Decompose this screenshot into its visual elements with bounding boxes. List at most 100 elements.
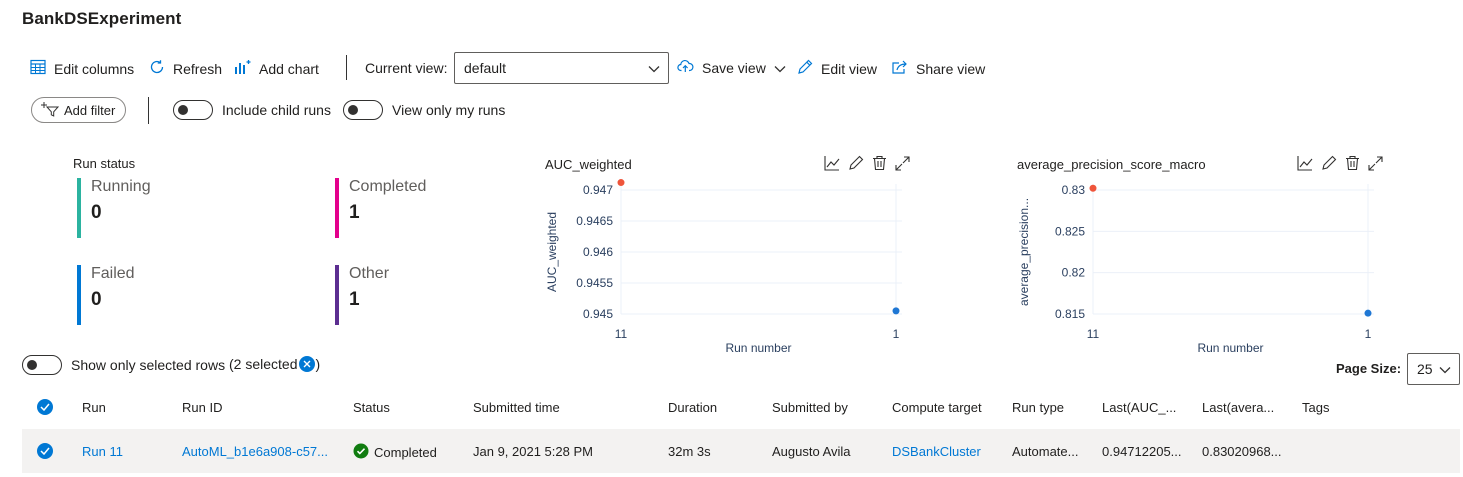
chart-toolbar — [824, 155, 910, 174]
status-label: Completed — [349, 178, 427, 195]
save-view-button[interactable]: Save view — [677, 59, 786, 76]
pencil-icon[interactable] — [848, 155, 864, 174]
toolbar-divider — [346, 55, 347, 80]
status-count: 0 — [91, 202, 102, 223]
status-count: 1 — [349, 289, 360, 310]
current-view-dropdown[interactable]: default — [454, 52, 669, 84]
trash-icon[interactable] — [872, 155, 887, 174]
column-header-submitted-time[interactable]: Submitted time — [473, 400, 560, 415]
toggle-switch[interactable] — [22, 355, 62, 375]
page-size-dropdown[interactable]: 25 — [1407, 353, 1460, 385]
x-tick-label: 11 — [615, 327, 628, 341]
status-count: 0 — [91, 289, 102, 310]
column-header-compute-target[interactable]: Compute target — [892, 400, 982, 415]
avg-precision-chart: 0.8150.820.8250.8311 1Run numberaverage_p… — [1017, 183, 1374, 355]
selected-count-label: (2 selected — [229, 356, 298, 372]
chart-title-avg-precision: average_precision_score_macro — [1017, 157, 1206, 172]
auc-weighted-chart: 0.9450.94550.9460.94650.94711 1Run number… — [545, 179, 902, 355]
view-only-my-runs-toggle[interactable]: View only my runs — [343, 100, 505, 120]
bar-chart-icon — [234, 59, 251, 78]
y-tick-label: 0.946 — [583, 245, 613, 259]
submitted-time-cell: Jan 9, 2021 5:28 PM — [473, 444, 593, 459]
pencil-icon[interactable] — [1321, 155, 1337, 174]
column-header-run-type[interactable]: Run type — [1012, 400, 1064, 415]
chevron-down-icon — [774, 60, 786, 76]
column-header-last-auc[interactable]: Last(AUC_... — [1102, 400, 1176, 415]
refresh-icon — [149, 59, 165, 78]
select-all-checkbox[interactable] — [37, 399, 53, 415]
row-checkbox[interactable] — [37, 443, 53, 459]
edit-view-label: Edit view — [821, 60, 878, 77]
column-header-tags[interactable]: Tags — [1302, 400, 1329, 415]
chart-title-auc: AUC_weighted — [545, 157, 632, 172]
run-link[interactable]: Run 11 — [82, 444, 123, 459]
page-size-value: 25 — [1417, 361, 1433, 377]
data-point — [617, 179, 625, 187]
include-child-runs-label: Include child runs — [222, 102, 331, 118]
share-view-label: Share view — [916, 60, 986, 77]
current-view-label: Current view: — [365, 60, 448, 76]
add-chart-button[interactable]: Add chart — [234, 59, 319, 78]
current-view-value: default — [464, 60, 507, 76]
column-header-run-id[interactable]: Run ID — [182, 400, 222, 415]
column-header-last-avg[interactable]: Last(avera... — [1202, 400, 1274, 415]
filter-divider — [148, 97, 149, 124]
column-header-status[interactable]: Status — [353, 400, 390, 415]
last-auc-cell: 0.94712205... — [1102, 444, 1182, 459]
refresh-button[interactable]: Refresh — [149, 59, 222, 78]
compute-target-link[interactable]: DSBankCluster — [892, 444, 981, 459]
column-header-duration[interactable]: Duration — [668, 400, 717, 415]
status-card-completed: Completed 1 — [335, 178, 426, 238]
view-only-my-runs-label: View only my runs — [392, 102, 506, 118]
filter-add-icon — [40, 101, 60, 120]
y-tick-label: 0.82 — [1062, 266, 1086, 280]
column-header-run[interactable]: Run — [82, 400, 106, 415]
expand-icon[interactable] — [895, 155, 910, 174]
selected-count: (2 selected ) — [229, 356, 320, 372]
share-view-button[interactable]: Share view — [891, 59, 985, 78]
run-id-link[interactable]: AutoML_b1e6a908-c57... — [182, 444, 328, 459]
line-chart-icon[interactable] — [824, 155, 840, 174]
y-axis-title: AUC_weighted — [545, 212, 559, 292]
clear-selection-icon[interactable] — [299, 356, 316, 372]
edit-columns-button[interactable]: Edit columns — [30, 59, 134, 78]
toggle-switch[interactable] — [173, 100, 213, 120]
show-only-selected-label: Show only selected rows — [71, 357, 226, 373]
toggle-switch[interactable] — [343, 100, 383, 120]
line-chart-icon[interactable] — [1297, 155, 1313, 174]
y-axis-title: average_precision... — [1017, 198, 1031, 306]
share-icon — [891, 59, 908, 78]
status-cell: Completed — [353, 443, 437, 462]
last-avg-cell: 0.83020968... — [1202, 444, 1282, 459]
run-status-title: Run status — [73, 156, 136, 171]
add-chart-label: Add chart — [259, 60, 319, 77]
status-card-failed: Failed 0 — [77, 265, 135, 325]
show-only-selected-toggle[interactable]: Show only selected rows — [22, 355, 225, 375]
experiment-title: BankDSExperiment — [22, 9, 182, 28]
expand-icon[interactable] — [1368, 155, 1383, 174]
data-point — [892, 307, 900, 315]
x-tick-label: 11 — [1087, 327, 1100, 341]
status-count: 1 — [349, 202, 360, 223]
chart-toolbar — [1297, 155, 1383, 174]
y-tick-label: 0.825 — [1055, 224, 1085, 238]
y-tick-label: 0.815 — [1055, 307, 1085, 321]
edit-view-button[interactable]: Edit view — [797, 59, 877, 78]
save-view-label: Save view — [702, 59, 766, 76]
duration-cell: 32m 3s — [668, 444, 711, 459]
column-header-submitted-by[interactable]: Submitted by — [772, 400, 848, 415]
data-point — [1364, 309, 1372, 317]
chevron-down-icon — [648, 60, 660, 76]
x-tick-label: 1 — [1365, 327, 1372, 341]
edit-columns-label: Edit columns — [54, 60, 135, 77]
add-filter-button[interactable]: Add filter — [31, 97, 127, 123]
refresh-label: Refresh — [173, 60, 223, 77]
status-label: Other — [349, 265, 390, 282]
chevron-down-icon — [1439, 361, 1451, 377]
page-size-label: Page Size: — [1336, 361, 1402, 376]
trash-icon[interactable] — [1345, 155, 1360, 174]
include-child-runs-toggle[interactable]: Include child runs — [173, 100, 331, 120]
y-tick-label: 0.945 — [583, 307, 613, 321]
pencil-icon — [797, 59, 813, 78]
status-card-other: Other 1 — [335, 265, 389, 325]
